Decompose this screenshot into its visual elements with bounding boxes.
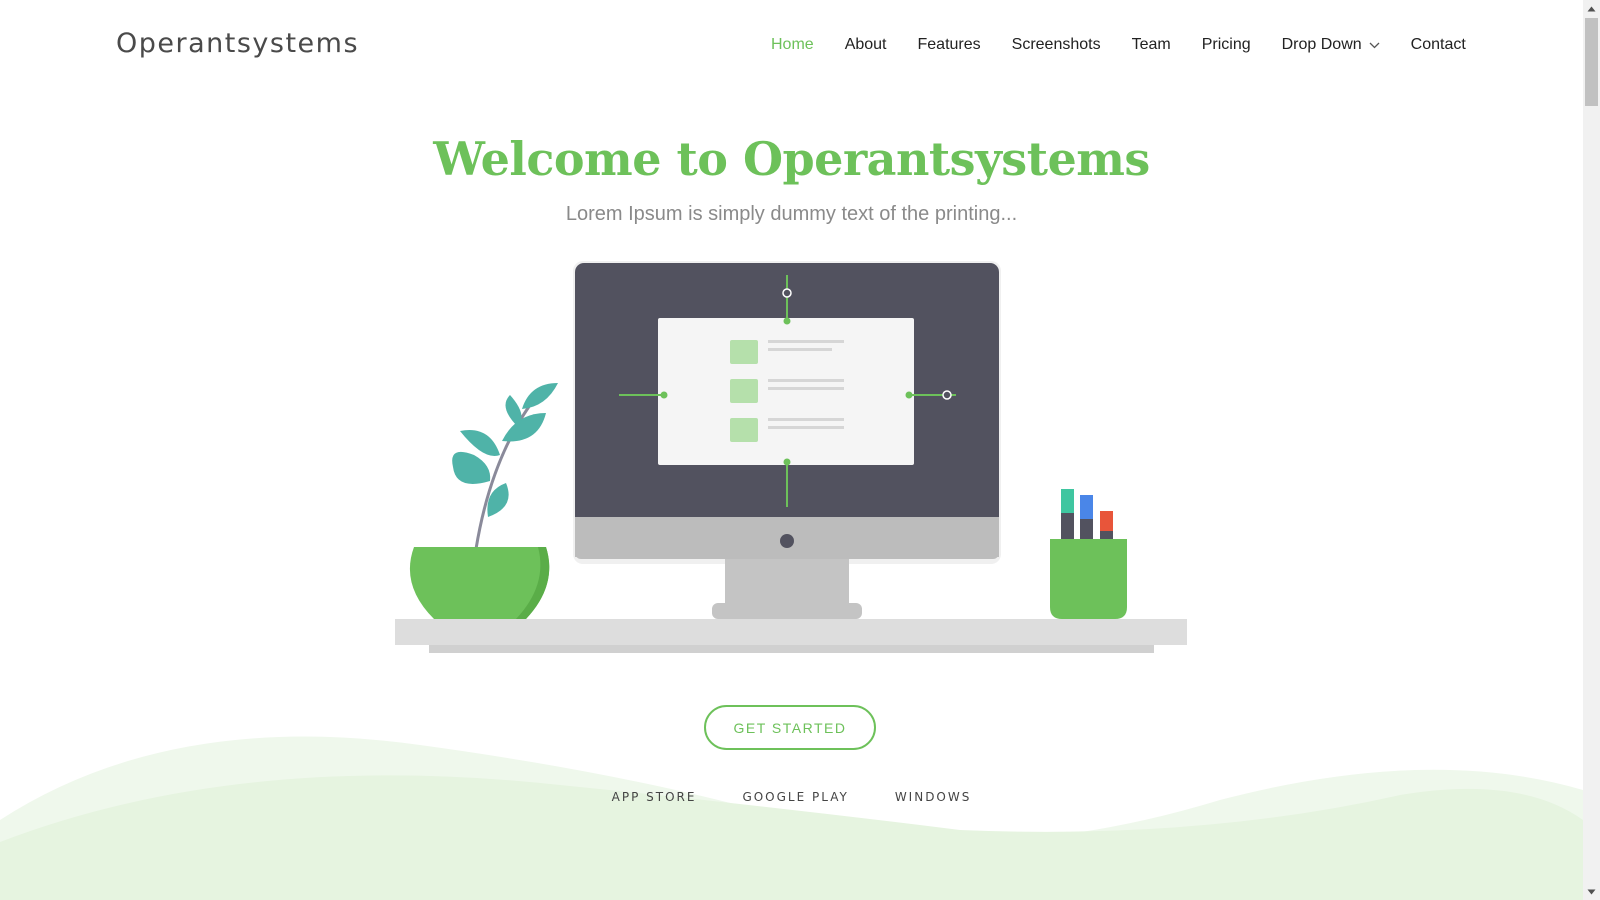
store-links: APP STORE GOOGLE PLAY WINDOWS [0,790,1583,804]
monitor-illustration [573,261,1001,619]
nav-home[interactable]: Home [771,36,814,54]
nav-pricing[interactable]: Pricing [1202,36,1251,54]
windows-link[interactable]: WINDOWS [895,790,972,804]
scroll-up-arrow-icon[interactable] [1583,0,1600,17]
brand-logo[interactable]: Operantsystems [116,28,359,59]
nav-screenshots[interactable]: Screenshots [1012,36,1101,54]
google-play-link[interactable]: GOOGLE PLAY [742,790,848,804]
desk-illustration-surface [395,619,1187,653]
vertical-scrollbar[interactable] [1583,0,1600,900]
scroll-down-arrow-icon[interactable] [1583,883,1600,900]
nav-about[interactable]: About [845,36,887,54]
nav-team[interactable]: Team [1132,36,1171,54]
desk-illustration [395,261,1187,653]
nav-dropdown[interactable]: Drop Down [1282,36,1380,54]
scrollbar-thumb[interactable] [1585,18,1598,106]
plant-illustration [409,383,558,619]
hero-waves-background [0,736,1583,900]
nav-features[interactable]: Features [918,36,981,54]
main-nav: Home About Features Screenshots Team Pri… [771,36,1466,54]
site-header: Operantsystems Home About Features Scree… [0,0,1583,95]
hero-subtitle: Lorem Ipsum is simply dummy text of the … [565,203,1018,225]
pen-cup-illustration [1050,489,1127,619]
nav-contact[interactable]: Contact [1411,36,1466,54]
page: Operantsystems Home About Features Scree… [0,0,1600,900]
app-store-link[interactable]: APP STORE [612,790,697,804]
get-started-button[interactable]: GET STARTED [704,705,876,750]
chevron-down-icon [1369,42,1380,48]
nav-dropdown-label: Drop Down [1281,36,1362,53]
hero-title: Welcome to Operantsystems [433,132,1150,186]
